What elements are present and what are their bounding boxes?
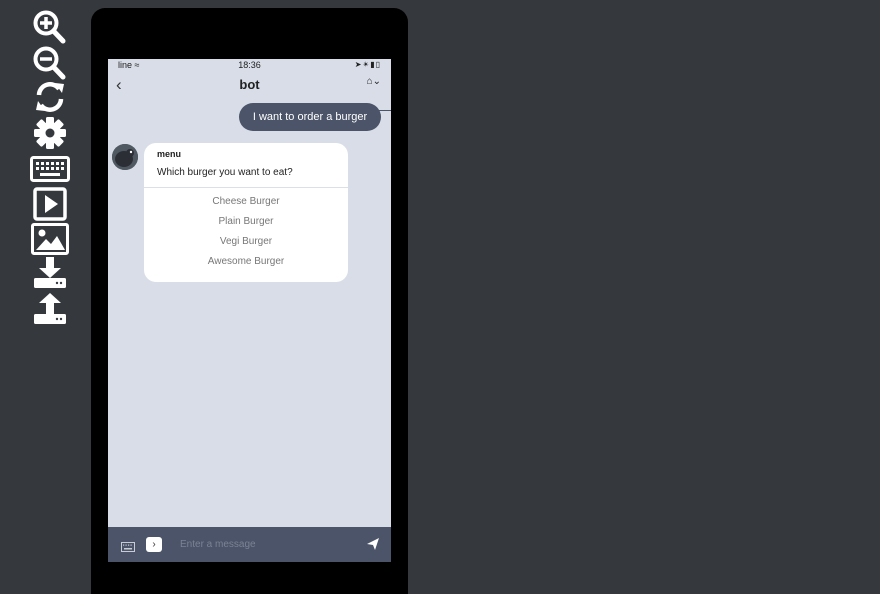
menu-option[interactable]: Awesome Burger	[144, 256, 348, 267]
menu-option[interactable]: Vegi Burger	[144, 236, 348, 247]
bot-menu-card: menu Which burger you want to eat? Chees…	[144, 143, 348, 282]
chevron-down-icon: ⌄	[372, 76, 381, 87]
status-time: 18:36	[238, 60, 261, 70]
upload-icon	[34, 293, 66, 324]
download-button[interactable]	[30, 256, 70, 290]
status-bar: line ≈ 18:36 ➤✴▮▯	[108, 59, 391, 73]
gear-icon	[34, 117, 66, 149]
zoom-in-icon	[33, 10, 66, 44]
send-icon	[367, 538, 379, 550]
upload-button[interactable]	[30, 292, 70, 326]
menu-option[interactable]: Plain Burger	[144, 216, 348, 227]
chat-title: bot	[239, 77, 260, 92]
refresh-icon	[36, 82, 64, 112]
keyboard-icon	[121, 542, 135, 552]
battery-icon: ▮▯	[370, 60, 381, 69]
card-question: Which burger you want to eat?	[157, 167, 293, 178]
menu-option[interactable]: Cheese Burger	[144, 196, 348, 207]
zoom-out-icon	[33, 46, 66, 80]
play-icon	[33, 187, 67, 221]
bubble-tail	[379, 110, 391, 111]
chevron-right-icon[interactable]: ›	[146, 537, 162, 552]
image-icon	[31, 223, 69, 255]
play-button[interactable]	[30, 187, 70, 221]
bot-avatar	[112, 144, 138, 170]
settings-button[interactable]	[30, 116, 70, 150]
image-button[interactable]	[30, 222, 70, 256]
send-button[interactable]	[366, 537, 380, 556]
message-input-bar: ›	[108, 527, 391, 562]
status-icons: ➤✴▮▯	[355, 60, 381, 69]
user-message-bubble: I want to order a burger	[239, 103, 381, 131]
phone-screen: line ≈ 18:36 ➤✴▮▯ ‹ bot ⌂⌄ I want to ord…	[108, 59, 391, 562]
bot-avatar-icon	[112, 144, 138, 170]
header-menu[interactable]: ⌂⌄	[367, 76, 381, 87]
card-title: menu	[157, 149, 182, 159]
download-icon	[34, 257, 66, 288]
keyboard-button[interactable]	[30, 152, 70, 186]
card-divider	[144, 187, 348, 188]
zoom-out-button[interactable]	[30, 46, 70, 80]
zoom-in-button[interactable]	[30, 10, 70, 44]
message-input[interactable]	[172, 533, 358, 556]
keyboard-icon	[30, 156, 70, 182]
refresh-button[interactable]	[30, 80, 70, 114]
chat-header: ‹ bot ⌂⌄	[108, 73, 391, 99]
keyboard-toggle[interactable]	[121, 539, 135, 557]
